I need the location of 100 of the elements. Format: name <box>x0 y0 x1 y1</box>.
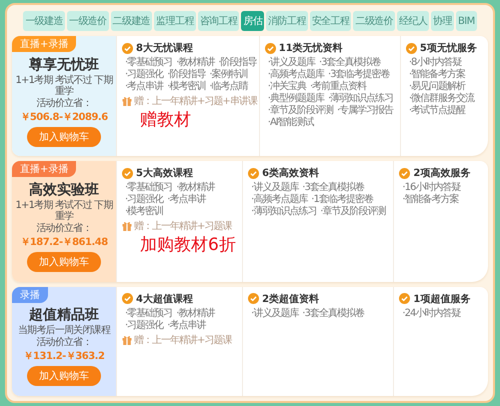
feature-item: ·阶段指导 <box>167 69 206 80</box>
category-tab[interactable]: 二级建造 <box>110 11 152 31</box>
category-tab[interactable]: 一级造价 <box>66 11 109 31</box>
check-icon <box>122 168 133 179</box>
feature-item: ·冲关宝典 <box>268 81 306 92</box>
feature-item: ·零基础预习 <box>125 57 172 68</box>
feature-item: ·临考点睛 <box>209 81 248 92</box>
feature-title: 4大超值课程 <box>136 292 193 306</box>
check-icon <box>406 42 417 54</box>
feature-item: ·易见问题解析 <box>408 81 466 92</box>
feature-item: ·习题强化 <box>125 320 164 331</box>
plan-tagline: 1+1考期 考试不过 下期重学 <box>15 200 113 222</box>
category-tab[interactable]: 二级造价 <box>353 11 396 31</box>
feature-title: 5大高效课程 <box>136 166 193 180</box>
feature-item: ·习题强化 <box>125 194 164 206</box>
feature-item: ·薄弱知识点练习 <box>328 93 394 104</box>
feature-item: ·章节及阶段评测 <box>268 105 333 116</box>
add-to-cart-button[interactable]: 加入购物车 <box>27 366 101 386</box>
plan-name: 尊享无忧班 <box>29 56 99 74</box>
check-icon <box>122 293 133 304</box>
feature-title: 8大无忧课程 <box>136 42 193 55</box>
feature-item: ·章节及阶段评测 <box>320 206 386 218</box>
price-label: 活动价立省： <box>36 337 92 348</box>
feature-item: ·16小时内答疑 <box>402 182 460 194</box>
category-tab[interactable]: 安全工程 <box>310 11 352 31</box>
add-to-cart-button[interactable]: 加入购物车 <box>27 126 101 147</box>
plan-tagline: 1+1考期 考试不过 下期重学 <box>15 74 113 97</box>
check-icon <box>399 293 410 304</box>
promo-note: 赠教材 <box>139 110 192 130</box>
category-tab[interactable]: 咨询工程 <box>198 11 240 31</box>
price-range: ￥131.2-￥363.2 <box>24 350 104 364</box>
gift-icon <box>122 96 132 106</box>
feature-item: ·讲义及题库 <box>268 57 315 68</box>
check-icon <box>399 168 410 179</box>
category-tab[interactable]: 经纪人 <box>397 11 430 31</box>
feature-item: ·习题强化 <box>125 69 164 80</box>
gift-text: 赠：上一年精讲+习题课 <box>134 334 232 347</box>
check-icon <box>122 42 133 54</box>
feature-item: ·8小时内答疑 <box>408 57 462 68</box>
feature-item: ·教材精讲 <box>176 308 214 319</box>
check-icon <box>248 293 260 304</box>
plan-tagline: 当期考后一周关闭课程 <box>18 325 110 336</box>
gift-text: 赠：上一年精讲+习题课 <box>134 220 232 234</box>
check-icon <box>264 42 276 54</box>
feature-item: ·AI智能测试 <box>268 117 314 128</box>
feature-title: 5项无忧服务 <box>420 42 477 55</box>
feature-item: ·模考密训 <box>125 206 164 218</box>
plan-name: 超值精品班 <box>29 306 99 324</box>
category-tab[interactable]: 监理工程 <box>154 11 196 31</box>
category-tab[interactable]: 消防工程 <box>266 11 308 31</box>
add-to-cart-button[interactable]: 加入购物车 <box>27 252 101 272</box>
feature-item: ·考前重点资料 <box>310 81 366 92</box>
check-icon <box>248 168 260 179</box>
feature-item: ·智能备考方案 <box>402 194 459 206</box>
category-tab[interactable]: 房估 <box>241 11 264 31</box>
feature-item: ·考点串讲 <box>125 81 164 92</box>
feature-item: ·考试节点提醒 <box>408 105 466 116</box>
promo-note: 加购教材6折 <box>139 235 237 256</box>
category-tab[interactable]: BIM <box>456 11 477 31</box>
gift-text: 赠：上一年精讲+习题+串讲课 <box>134 94 257 108</box>
feature-item: ·智能备考方案 <box>408 69 466 80</box>
feature-item: ·案例特训 <box>209 69 248 80</box>
feature-item: ·3套全真模拟卷 <box>302 308 364 319</box>
price-label: 活动价立省： <box>36 222 92 234</box>
feature-title: 11类无忧资料 <box>278 42 343 55</box>
feature-item: ·3套全真模拟卷 <box>318 57 380 68</box>
feature-item: ·3套全真模拟卷 <box>302 182 364 194</box>
feature-item: ·考点串讲 <box>167 320 206 331</box>
feature-title: 2类超值资料 <box>262 292 320 306</box>
category-tab[interactable]: 协理 <box>431 11 454 31</box>
feature-item: ·24小时内答疑 <box>402 308 460 319</box>
feature-item: ·专属学习报告 <box>336 105 394 116</box>
feature-item: ·高频考点题库 <box>251 194 308 206</box>
price-range: ￥187.2-￥861.48 <box>20 236 108 249</box>
delivery-tag: 直播+录播 <box>12 161 76 178</box>
price-range: ￥506.8-￥2089.6 <box>20 110 108 124</box>
feature-item: ·教材精讲 <box>176 57 214 68</box>
gift-icon <box>122 334 132 345</box>
feature-item: ·1套临考提密卷 <box>311 194 373 206</box>
category-tab[interactable]: 一级建造 <box>23 11 65 31</box>
feature-title: 1项超值服务 <box>413 292 470 306</box>
feature-title: 2项高效服务 <box>413 166 470 180</box>
feature-item: ·讲义及题库 <box>251 308 298 319</box>
feature-item: ·高频考点题库 <box>268 69 324 80</box>
delivery-tag: 录播 <box>12 286 48 303</box>
feature-item: ·微信群服务交流 <box>408 93 474 104</box>
feature-item: ·典型例题题库 <box>268 93 324 104</box>
feature-item: ·阶段指导 <box>218 57 257 68</box>
feature-item: ·3套临考提密卷 <box>328 69 390 80</box>
plan-name: 高效实验班 <box>29 180 99 199</box>
feature-item: ·讲义及题库 <box>251 182 298 194</box>
feature-item: ·教材精讲 <box>176 182 214 194</box>
feature-item: ·薄弱知识点练习 <box>251 206 316 218</box>
delivery-tag: 直播+录播 <box>12 36 76 52</box>
gift-icon <box>122 221 132 232</box>
feature-item: ·零基础预习 <box>125 182 172 194</box>
feature-item: ·模考密训 <box>167 81 206 92</box>
feature-title: 6类高效资料 <box>262 166 320 180</box>
feature-item: ·零基础预习 <box>125 308 172 319</box>
price-label: 活动价立省： <box>36 98 92 109</box>
